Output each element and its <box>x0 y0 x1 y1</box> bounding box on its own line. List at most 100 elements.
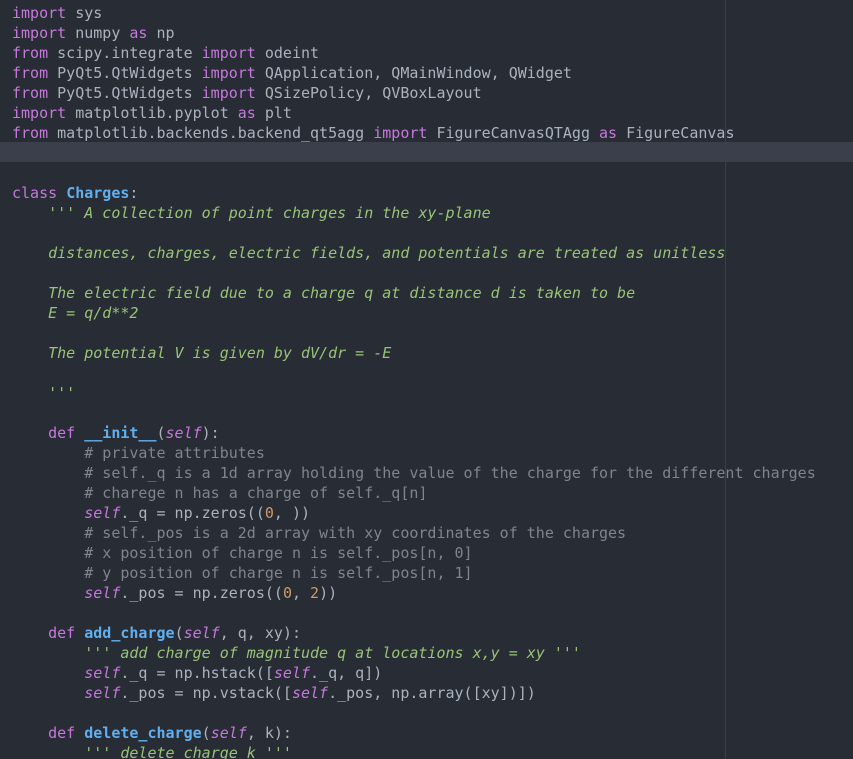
code-token: , )) <box>273 504 311 522</box>
code-token: sys <box>66 4 103 22</box>
code-token: self <box>84 684 121 702</box>
code-token: import <box>12 104 67 122</box>
code-line[interactable]: ''' <box>12 383 816 403</box>
code-line[interactable]: from PyQt5.QtWidgets import QApplication… <box>12 63 816 83</box>
code-line[interactable]: ''' add charge of magnitude q at locatio… <box>12 643 816 663</box>
code-token: ._q = np.hstack([ <box>120 664 274 682</box>
code-token: add_charge <box>84 624 175 642</box>
code-line[interactable]: from scipy.integrate import odeint <box>12 43 816 63</box>
code-token: 0 <box>264 504 274 522</box>
code-token: import <box>201 44 256 62</box>
code-token: ''' <box>12 384 76 402</box>
code-token: class <box>12 184 58 202</box>
code-line[interactable]: class Charges: <box>12 183 816 203</box>
code-token: from <box>12 84 49 102</box>
code-line[interactable] <box>12 603 816 623</box>
code-line[interactable]: def __init__(self): <box>12 423 816 443</box>
code-token: , k): <box>246 724 292 742</box>
code-line[interactable]: # charege n has a charge of self._q[n] <box>12 483 816 503</box>
code-line[interactable] <box>12 223 816 243</box>
code-line[interactable]: ''' delete charge k ''' <box>12 743 816 759</box>
code-line[interactable]: The electric field due to a charge q at … <box>12 283 816 303</box>
code-token: np <box>147 24 175 42</box>
code-content[interactable]: import sys import numpy as np from scipy.i… <box>12 3 816 759</box>
code-line[interactable] <box>12 403 816 423</box>
code-token: ): <box>201 424 220 442</box>
code-line[interactable]: # x position of charge n is self._pos[n,… <box>12 543 816 563</box>
code-token: import <box>373 124 428 142</box>
code-line[interactable]: E = q/d**2 <box>12 303 816 323</box>
code-token: ._q = np.zeros(( <box>120 504 265 522</box>
code-line[interactable]: import matplotlib.pyplot as plt <box>12 103 816 123</box>
code-token: numpy <box>66 24 130 42</box>
code-token: as <box>237 104 256 122</box>
code-line[interactable]: # self._pos is a 2d array with xy coordi… <box>12 523 816 543</box>
code-token: import <box>201 84 256 102</box>
code-token: E = q/d**2 <box>12 304 139 322</box>
code-line[interactable]: ''' A collection of point charges in the… <box>12 203 816 223</box>
code-token: self <box>84 584 121 602</box>
code-token: self <box>183 624 220 642</box>
code-token: PyQt5.QtWidgets <box>48 64 202 82</box>
code-line[interactable]: # private attributes <box>12 443 816 463</box>
code-line[interactable]: from matplotlib.backends.backend_qt5agg … <box>12 123 816 143</box>
code-line[interactable]: from PyQt5.QtWidgets import QSizePolicy,… <box>12 83 816 103</box>
code-token: import <box>12 4 67 22</box>
code-line[interactable] <box>12 323 816 343</box>
code-line[interactable]: def delete_charge(self, k): <box>12 723 816 743</box>
code-token: def <box>48 724 76 742</box>
code-line[interactable] <box>12 143 816 163</box>
code-line[interactable]: self._pos = np.zeros((0, 2)) <box>12 583 816 603</box>
code-line[interactable]: self._pos = np.vstack([self._pos, np.arr… <box>12 683 816 703</box>
code-line[interactable]: import numpy as np <box>12 23 816 43</box>
code-token: __init__ <box>84 424 157 442</box>
code-token: scipy.integrate <box>48 44 202 62</box>
code-line[interactable]: def add_charge(self, q, xy): <box>12 623 816 643</box>
code-line[interactable]: # self._q is a 1d array holding the valu… <box>12 463 816 483</box>
code-line[interactable]: self._q = np.hstack([self._q, q]) <box>12 663 816 683</box>
code-line[interactable]: import sys <box>12 3 816 23</box>
code-token: The potential V is given by dV/dr = -E <box>12 344 392 362</box>
code-token: FigureCanvas <box>617 124 735 142</box>
code-token: self <box>84 664 121 682</box>
code-token: # self._pos is a 2d array with xy coordi… <box>12 524 627 542</box>
code-token: FigureCanvasQTAgg <box>427 124 600 142</box>
code-token: odeint <box>255 44 320 62</box>
code-token: ( <box>201 724 211 742</box>
code-line[interactable] <box>12 703 816 723</box>
code-editor[interactable]: import sys import numpy as np from scipy.i… <box>0 0 853 759</box>
code-token: ( <box>156 424 166 442</box>
code-line[interactable]: The potential V is given by dV/dr = -E <box>12 343 816 363</box>
code-line[interactable] <box>12 163 816 183</box>
code-token: 2 <box>310 584 320 602</box>
code-token: self <box>84 504 121 522</box>
code-line[interactable]: distances, charges, electric fields, and… <box>12 243 816 263</box>
code-line[interactable]: # y position of charge n is self._pos[n,… <box>12 563 816 583</box>
code-token: import <box>12 24 67 42</box>
code-line[interactable] <box>12 263 816 283</box>
code-token: self <box>273 664 311 682</box>
code-token: # self._q is a 1d array holding the valu… <box>12 464 816 482</box>
code-token: : <box>129 184 139 202</box>
code-token: from <box>12 44 49 62</box>
code-token: distances, charges, electric fields, and… <box>12 244 726 262</box>
code-token: # private attributes <box>12 444 265 462</box>
code-line[interactable] <box>12 363 816 383</box>
code-token: # charege n has a charge of self._q[n] <box>12 484 428 502</box>
code-line[interactable]: self._q = np.zeros((0, )) <box>12 503 816 523</box>
code-token: from <box>12 64 49 82</box>
code-token: ._pos, np.array([xy])]) <box>328 684 536 702</box>
code-token: ''' A collection of point charges in the… <box>12 204 491 222</box>
code-token: as <box>599 124 618 142</box>
code-token: )) <box>319 584 338 602</box>
